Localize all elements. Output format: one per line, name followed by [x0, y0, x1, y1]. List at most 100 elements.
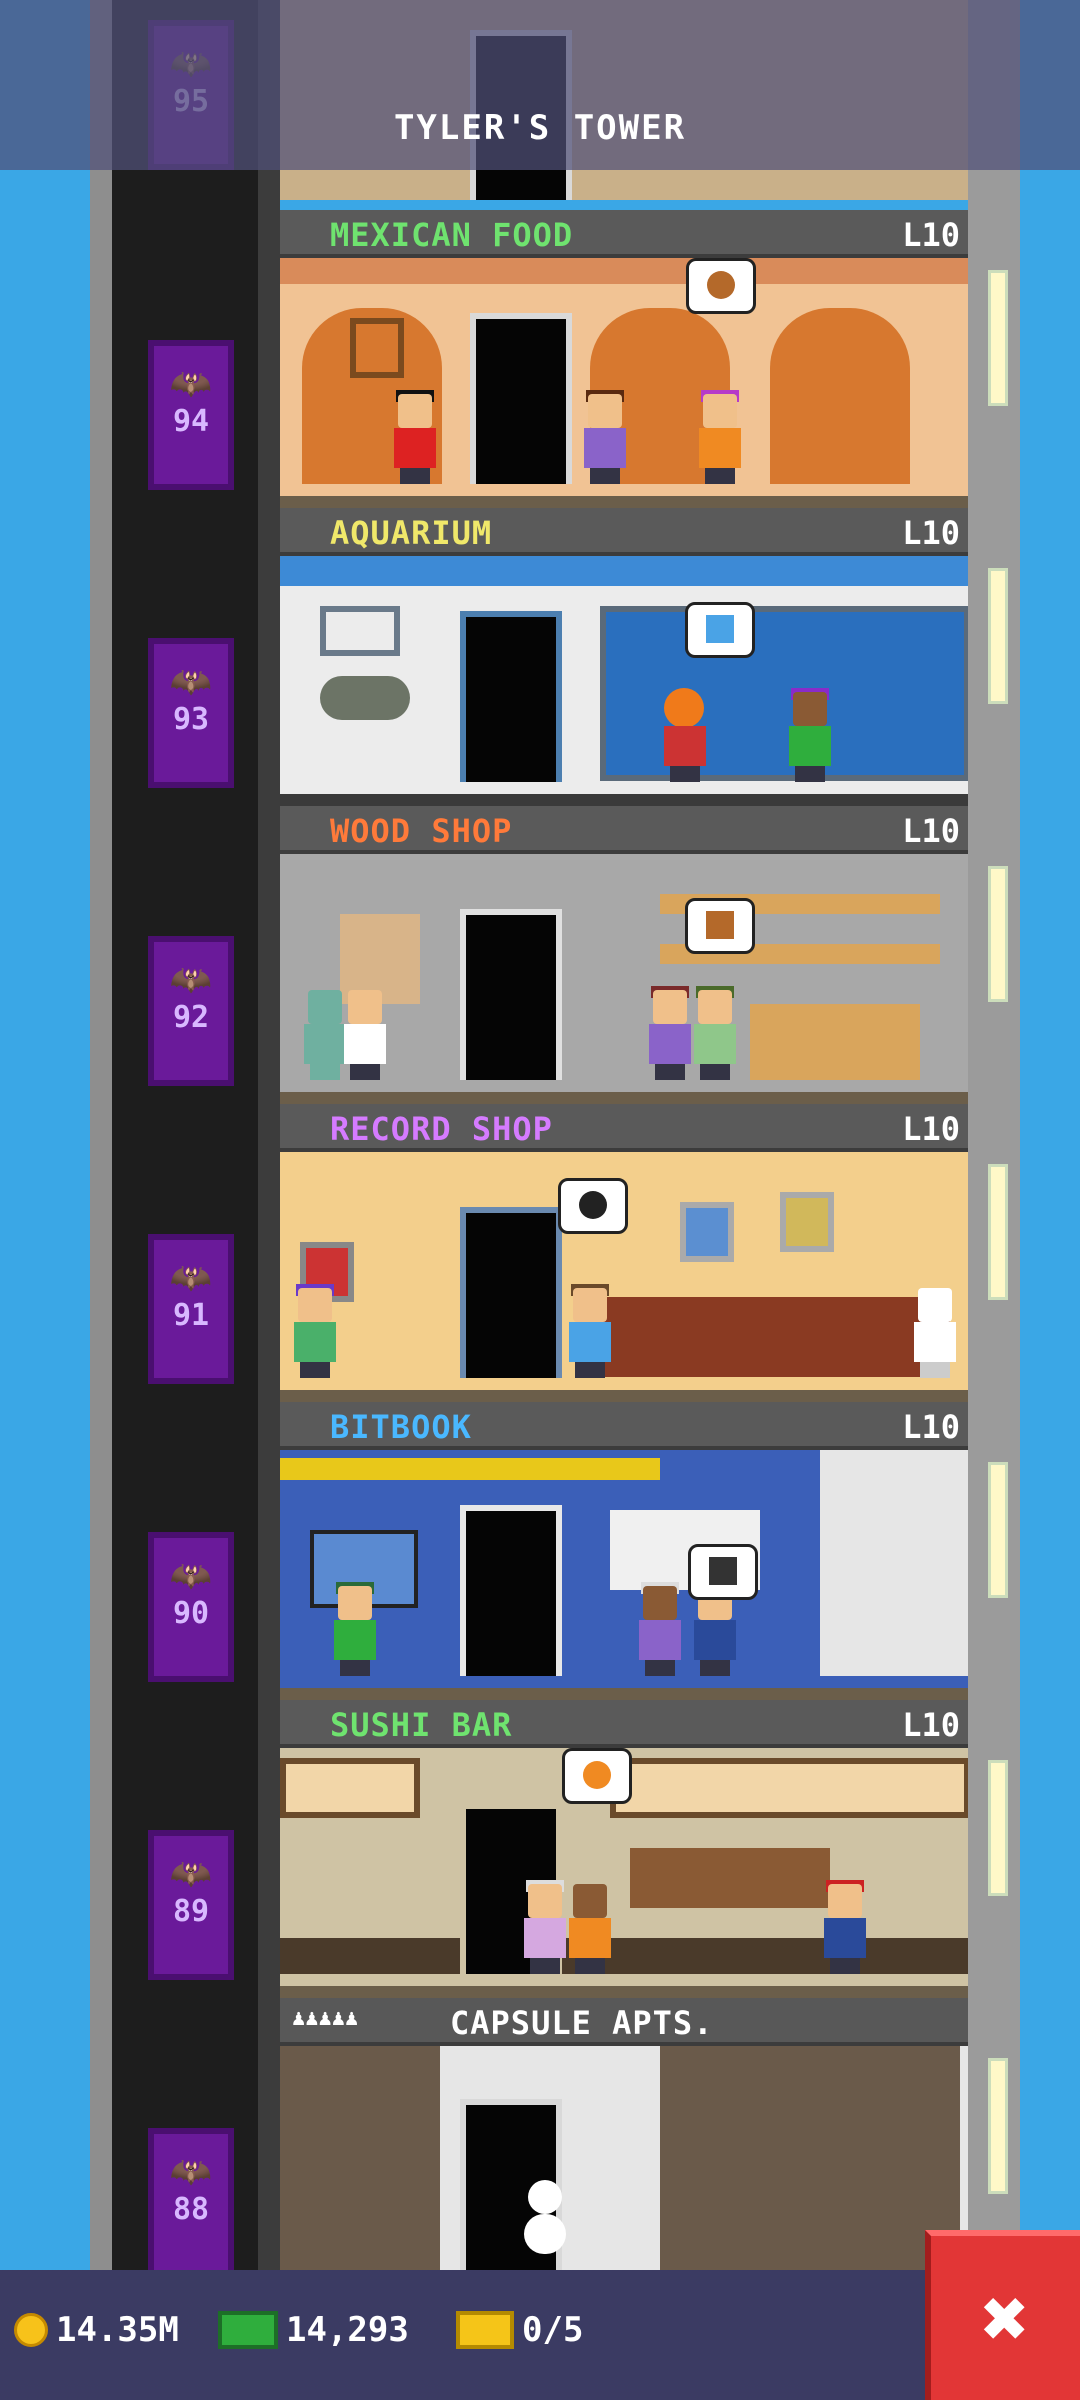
bat-icon: 🦇 — [169, 662, 213, 702]
speech-bubble[interactable] — [685, 602, 755, 658]
ticket-icon — [456, 2311, 514, 2349]
floor-level: L10 — [902, 1110, 960, 1148]
floor-name: MEXICAN FOOD — [330, 216, 574, 254]
decor-trim — [280, 258, 970, 284]
floor-base — [280, 1092, 970, 1104]
floor-name: RECORD SHOP — [330, 1110, 553, 1148]
bitizen[interactable] — [660, 688, 708, 782]
snowman-bitizen[interactable] — [520, 2180, 568, 2270]
floor-base — [280, 1390, 970, 1402]
speech-bubble[interactable] — [562, 1748, 632, 1804]
wood-icon — [706, 911, 734, 939]
food-icon — [707, 271, 735, 299]
speech-bubble[interactable] — [558, 1178, 628, 1234]
floor-bitbook[interactable]: BITBOOK L10 — [280, 1402, 970, 1700]
bitizen[interactable] — [565, 1884, 613, 1974]
elevator-floor-number: 93 — [172, 702, 210, 737]
elevator-car[interactable]: 🦇 91 — [148, 1234, 234, 1384]
floor-aquarium[interactable]: AQUARIUM L10 — [280, 508, 970, 806]
bitizen[interactable] — [910, 1288, 958, 1378]
wall-light — [988, 2058, 1008, 2194]
record-icon — [579, 1191, 607, 1219]
bitizen[interactable] — [565, 1284, 613, 1378]
bitizen[interactable] — [330, 1582, 378, 1676]
elevator-car[interactable]: 🦇 90 — [148, 1532, 234, 1682]
elevator-floor-number: 92 — [172, 1000, 210, 1035]
door — [460, 611, 562, 782]
floor-level: L10 — [902, 1408, 960, 1446]
room-interior — [280, 1748, 970, 1986]
elevator-car[interactable]: 🦇 93 — [148, 638, 234, 788]
tickets-value: 0/5 — [522, 2310, 584, 2350]
window — [610, 1758, 970, 1818]
bitizen[interactable] — [390, 390, 438, 484]
bitizen[interactable] — [695, 390, 743, 484]
room-interior — [280, 1152, 970, 1390]
floor-base — [280, 496, 970, 508]
elevator-floor-number: 89 — [172, 1894, 210, 1929]
bitizen[interactable] — [290, 1284, 338, 1378]
picture-frame — [350, 318, 404, 378]
floor-base — [280, 1986, 970, 1998]
elevator-rail — [258, 0, 280, 2400]
door — [470, 313, 572, 484]
wall-light — [988, 866, 1008, 1002]
tower-title: TYLER'S TOWER — [393, 108, 687, 148]
floor-level: L10 — [902, 216, 960, 254]
bitizen[interactable] — [645, 986, 693, 1080]
door — [460, 1505, 562, 1676]
floor-wood-shop[interactable]: WOOD SHOP L10 — [280, 806, 970, 1104]
elevator-car[interactable]: 🦇 88 — [148, 2128, 234, 2278]
bitizen[interactable] — [635, 1582, 683, 1676]
floor-name: BITBOOK — [330, 1408, 472, 1446]
close-button[interactable]: ✖ — [925, 2230, 1080, 2400]
speech-bubble[interactable] — [688, 1544, 758, 1600]
bat-icon: 🦇 — [169, 960, 213, 1000]
room-interior — [280, 2046, 970, 2270]
floor-mexican-food[interactable]: MEXICAN FOOD L10 — [280, 210, 970, 508]
residents-icon: ♟♟♟♟♟ — [292, 2006, 359, 2031]
speech-bubble[interactable] — [685, 898, 755, 954]
floor-label-bar: BITBOOK L10 — [280, 1402, 970, 1450]
elevator-floor-number: 94 — [172, 404, 210, 439]
elevator-floor-number: 90 — [172, 1596, 210, 1631]
floor-label-bar: SUSHI BAR L10 — [280, 1700, 970, 1748]
picture-frame — [780, 1192, 834, 1252]
picture-frame — [680, 1202, 734, 1262]
bitizen[interactable] — [820, 1880, 868, 1974]
room-interior — [280, 854, 970, 1092]
bat-icon: 🦇 — [169, 1854, 213, 1894]
record-shelves — [600, 1297, 950, 1377]
speech-bubble[interactable] — [686, 258, 756, 314]
bitizen[interactable] — [520, 1880, 568, 1974]
floor-record-shop[interactable]: RECORD SHOP L10 — [280, 1104, 970, 1402]
bitizen[interactable] — [340, 990, 388, 1080]
bitizen[interactable] — [580, 390, 628, 484]
floor-base — [280, 1688, 970, 1700]
elevator-car[interactable]: 🦇 89 — [148, 1830, 234, 1980]
office-area — [820, 1450, 970, 1676]
bat-icon: 🦇 — [169, 364, 213, 404]
floor-level: L10 — [902, 1706, 960, 1744]
elevator-floor-number: 91 — [172, 1298, 210, 1333]
wall-light — [988, 1164, 1008, 1300]
bux-icon — [218, 2311, 278, 2349]
bux-value: 14,293 — [286, 2310, 409, 2350]
coin-icon — [14, 2313, 48, 2347]
door — [460, 1207, 562, 1378]
elevator-car[interactable]: 🦇 94 — [148, 340, 234, 490]
pipe — [280, 1458, 660, 1480]
floor-level: L10 — [902, 514, 960, 552]
sushi-icon — [583, 1761, 611, 1789]
wall-light — [988, 568, 1008, 704]
floor-sushi-bar[interactable]: SUSHI BAR L10 — [280, 1700, 970, 1998]
floor-name: AQUARIUM — [330, 514, 493, 552]
bitizen[interactable] — [785, 688, 833, 782]
tickets-stat: 0/5 — [456, 2300, 583, 2360]
elevator-car[interactable]: 🦇 92 — [148, 936, 234, 1086]
room-interior — [280, 556, 970, 794]
currency-bar: 14.35M 14,293 0/5 — [0, 2270, 1080, 2400]
floor-capsule-apts[interactable]: ♟♟♟♟♟ CAPSULE APTS. — [280, 1998, 970, 2270]
bitizen[interactable] — [690, 986, 738, 1080]
floor-label-bar: AQUARIUM L10 — [280, 508, 970, 556]
